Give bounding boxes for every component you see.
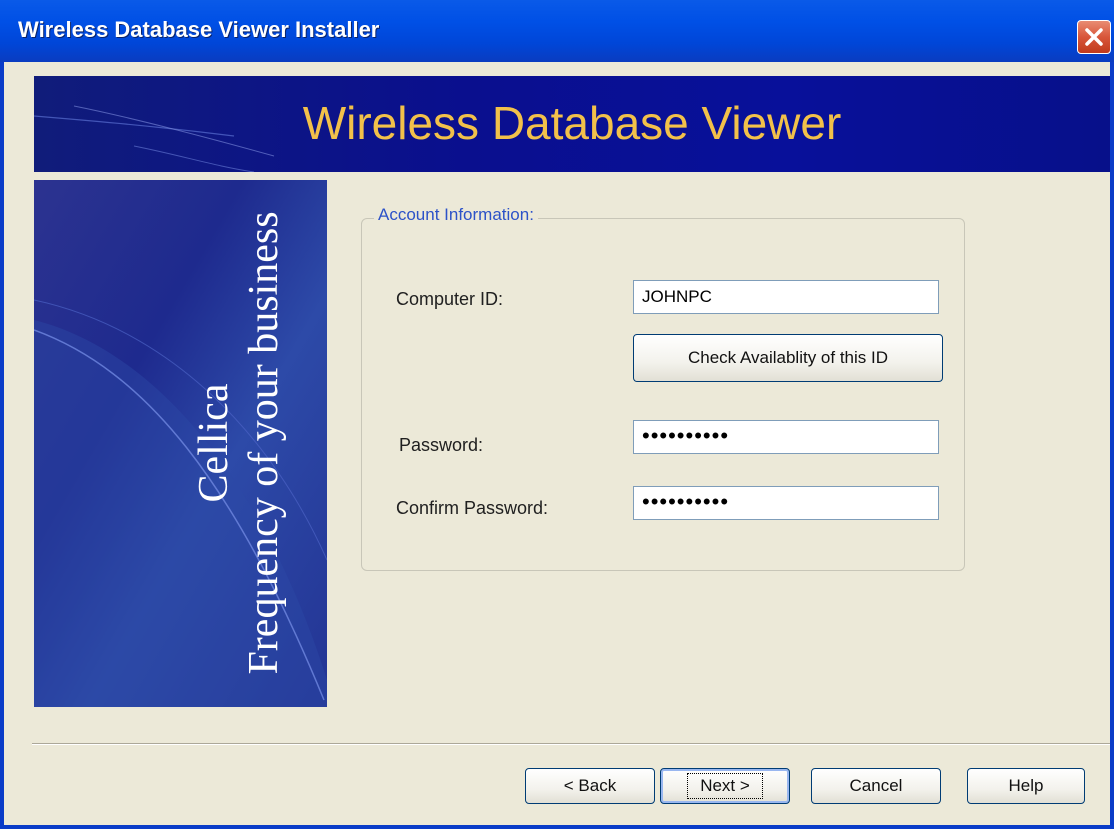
help-button[interactable]: Help (967, 768, 1085, 804)
sidebar-brand: Cellica (191, 383, 237, 503)
installer-window: Wireless Database Viewer Installer Wirel… (0, 0, 1114, 829)
confirm-password-input[interactable]: •••••••••• (633, 486, 939, 520)
password-input[interactable]: •••••••••• (633, 420, 939, 454)
cancel-button[interactable]: Cancel (811, 768, 941, 804)
sidebar-brand-text: Cellica Frequency of your business (189, 211, 289, 674)
close-icon (1085, 28, 1103, 46)
footer-separator (32, 743, 1110, 745)
password-label: Password: (399, 435, 484, 455)
window-title: Wireless Database Viewer Installer (18, 17, 380, 42)
product-banner: Wireless Database Viewer (34, 76, 1110, 172)
dialog-body: Wireless Database Viewer Cellica Frequen… (4, 62, 1110, 825)
banner-title: Wireless Database Viewer (302, 97, 842, 149)
close-button[interactable] (1077, 20, 1111, 54)
computer-id-label: Computer ID: (396, 289, 504, 309)
title-bar[interactable]: Wireless Database Viewer Installer (0, 0, 1114, 62)
back-button[interactable]: < Back (525, 768, 655, 804)
account-info-legend: Account Information: (374, 205, 538, 225)
check-availability-button[interactable]: Check Availablity of this ID (633, 334, 943, 382)
sidebar-tagline: Frequency of your business (241, 211, 287, 675)
next-button[interactable]: Next > (660, 768, 790, 804)
brand-sidebar: Cellica Frequency of your business (34, 180, 327, 707)
next-button-label: Next > (687, 773, 763, 799)
computer-id-input[interactable]: JOHNPC (633, 280, 939, 314)
confirm-password-label: Confirm Password: (396, 498, 549, 518)
